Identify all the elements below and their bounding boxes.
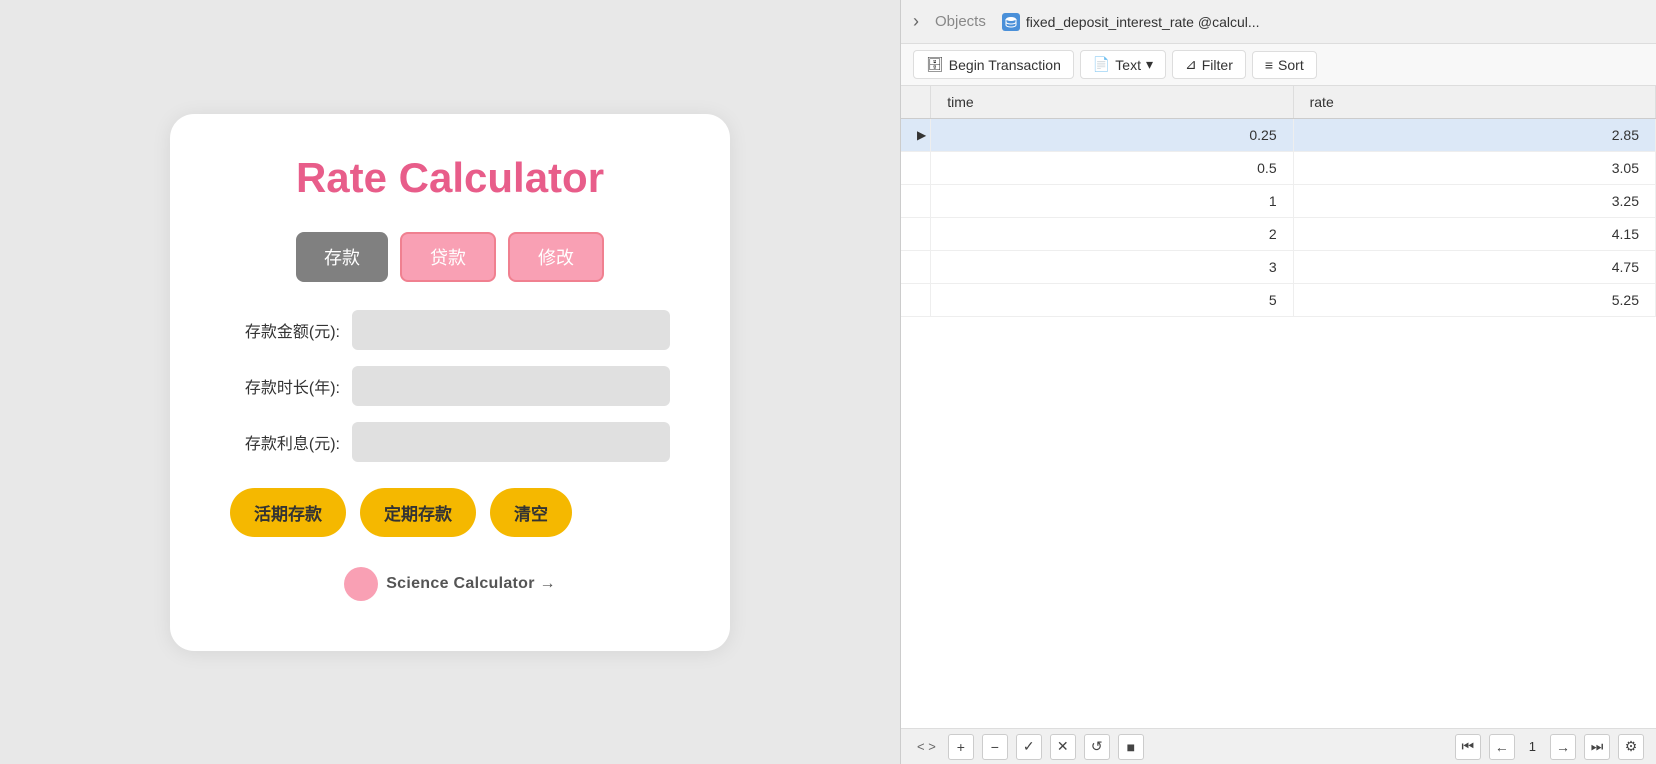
- science-dot: [344, 567, 378, 601]
- calculator-title: Rate Calculator: [230, 154, 670, 202]
- row-indicator: [901, 218, 931, 251]
- tab-row: 存款 贷款 修改: [230, 232, 670, 282]
- text-btn[interactable]: 📄 Text ▾: [1080, 50, 1166, 79]
- indicator-col-header: [901, 86, 931, 119]
- row-indicator: [901, 185, 931, 218]
- last-page-btn[interactable]: ⏭: [1584, 734, 1610, 760]
- begin-transaction-btn[interactable]: 🗄 Begin Transaction: [913, 50, 1074, 79]
- stop-btn[interactable]: ■: [1118, 734, 1144, 760]
- right-header: › Objects fixed_deposit_interest_rate @c…: [901, 0, 1656, 44]
- filter-label: Filter: [1202, 57, 1233, 73]
- cell-time[interactable]: 3: [931, 251, 1293, 284]
- chevron-icon[interactable]: ›: [913, 11, 919, 32]
- cell-rate[interactable]: 4.15: [1293, 218, 1655, 251]
- cell-rate[interactable]: 3.25: [1293, 185, 1655, 218]
- first-page-btn[interactable]: ⏮: [1455, 734, 1481, 760]
- table-row[interactable]: 34.75: [901, 251, 1656, 284]
- table-row[interactable]: 13.25: [901, 185, 1656, 218]
- amount-input[interactable]: [352, 310, 670, 350]
- sort-icon: ≡: [1265, 57, 1273, 73]
- cell-rate[interactable]: 4.75: [1293, 251, 1655, 284]
- cancel-btn[interactable]: ✕: [1050, 734, 1076, 760]
- time-col-header[interactable]: time: [931, 86, 1293, 119]
- refresh-btn[interactable]: ↺: [1084, 734, 1110, 760]
- objects-tab[interactable]: Objects: [927, 9, 994, 34]
- table-row[interactable]: 55.25: [901, 284, 1656, 317]
- tab-modify[interactable]: 修改: [508, 232, 604, 282]
- rate-col-header[interactable]: rate: [1293, 86, 1655, 119]
- science-link-row: Science Calculator →: [230, 567, 670, 601]
- science-calculator-link[interactable]: Science Calculator →: [386, 575, 556, 593]
- add-row-btn[interactable]: +: [948, 734, 974, 760]
- action-row: 活期存款 定期存款 清空: [230, 488, 670, 537]
- duration-label: 存款时长(年):: [230, 374, 340, 398]
- db-tab[interactable]: fixed_deposit_interest_rate @calcul...: [1002, 13, 1260, 31]
- tab-loan[interactable]: 贷款: [400, 232, 496, 282]
- cell-time[interactable]: 2: [931, 218, 1293, 251]
- begin-transaction-label: Begin Transaction: [949, 57, 1061, 73]
- row-indicator: ▶: [901, 119, 931, 152]
- prev-page-btn[interactable]: ←: [1489, 734, 1515, 760]
- table-row[interactable]: 24.15: [901, 218, 1656, 251]
- clear-btn[interactable]: 清空: [490, 488, 572, 537]
- text-dropdown-icon: ▾: [1146, 56, 1153, 73]
- cell-rate[interactable]: 5.25: [1293, 284, 1655, 317]
- interest-row: 存款利息(元):: [230, 422, 670, 462]
- cell-time[interactable]: 5: [931, 284, 1293, 317]
- table-row[interactable]: ▶0.252.85: [901, 119, 1656, 152]
- row-indicator: [901, 152, 931, 185]
- amount-label: 存款金额(元):: [230, 318, 340, 342]
- tab-deposit[interactable]: 存款: [296, 232, 388, 282]
- calculator-card: Rate Calculator 存款 贷款 修改 存款金额(元): 存款时长(年…: [170, 114, 730, 651]
- row-indicator: [901, 251, 931, 284]
- db-toolbar-icon: 🗄: [926, 56, 944, 73]
- left-panel: Rate Calculator 存款 贷款 修改 存款金额(元): 存款时长(年…: [0, 0, 900, 764]
- toolbar-row: 🗄 Begin Transaction 📄 Text ▾ ⊿ Filter ≡ …: [901, 44, 1656, 86]
- page-number: 1: [1523, 739, 1542, 754]
- row-indicator: [901, 284, 931, 317]
- fixed-deposit-btn[interactable]: 定期存款: [360, 488, 476, 537]
- amount-row: 存款金额(元):: [230, 310, 670, 350]
- filter-icon: ⊿: [1185, 56, 1197, 73]
- remove-row-btn[interactable]: −: [982, 734, 1008, 760]
- settings-btn[interactable]: ⚙: [1618, 734, 1644, 760]
- data-table: time rate ▶0.252.850.53.0513.2524.1534.7…: [901, 86, 1656, 317]
- db-icon: [1002, 13, 1020, 31]
- interest-input[interactable]: [352, 422, 670, 462]
- text-toolbar-icon: 📄: [1093, 56, 1110, 73]
- interest-label: 存款利息(元):: [230, 430, 340, 454]
- duration-row: 存款时长(年):: [230, 366, 670, 406]
- text-label: Text: [1115, 57, 1141, 73]
- angle-brackets-left[interactable]: < >: [913, 739, 940, 754]
- table-header-row: time rate: [901, 86, 1656, 119]
- duration-input[interactable]: [352, 366, 670, 406]
- table-row[interactable]: 0.53.05: [901, 152, 1656, 185]
- cell-rate[interactable]: 2.85: [1293, 119, 1655, 152]
- sort-label: Sort: [1278, 57, 1304, 73]
- data-table-container: time rate ▶0.252.850.53.0513.2524.1534.7…: [901, 86, 1656, 728]
- db-tab-label: fixed_deposit_interest_rate @calcul...: [1026, 14, 1260, 30]
- cell-time[interactable]: 0.5: [931, 152, 1293, 185]
- sort-btn[interactable]: ≡ Sort: [1252, 51, 1317, 79]
- next-page-btn[interactable]: →: [1550, 734, 1576, 760]
- filter-btn[interactable]: ⊿ Filter: [1172, 50, 1246, 79]
- cell-time[interactable]: 0.25: [931, 119, 1293, 152]
- bottom-bar: < > + − ✓ ✕ ↺ ■ ⏮ ← 1 → ⏭ ⚙: [901, 728, 1656, 764]
- cell-time[interactable]: 1: [931, 185, 1293, 218]
- demand-deposit-btn[interactable]: 活期存款: [230, 488, 346, 537]
- right-panel: › Objects fixed_deposit_interest_rate @c…: [900, 0, 1656, 764]
- confirm-btn[interactable]: ✓: [1016, 734, 1042, 760]
- cell-rate[interactable]: 3.05: [1293, 152, 1655, 185]
